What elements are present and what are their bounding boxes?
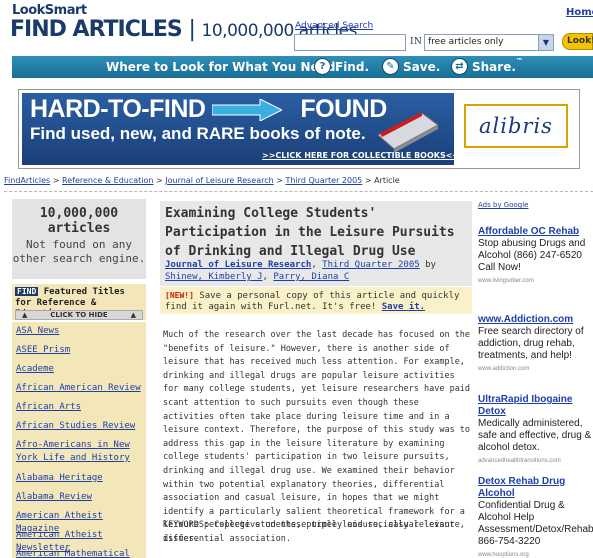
breadcrumb-separator: > <box>156 176 163 185</box>
ad-title-link[interactable]: Affordable OC Rehab <box>478 226 593 238</box>
in-label: IN <box>410 37 423 47</box>
ad-description: Confidential Drug & Alcohol Help Assessm… <box>478 500 593 547</box>
author-link[interactable]: Parry, Diana C <box>273 272 349 282</box>
ad-title-link[interactable]: www.Addiction.com <box>478 314 593 326</box>
article-body: Much of the research over the last decad… <box>163 330 471 544</box>
breadcrumb-journal[interactable]: Journal of Leisure Research <box>165 176 273 185</box>
breadcrumb-separator: > <box>52 176 60 185</box>
ads-by-google-link[interactable]: Ads by Google <box>478 201 528 209</box>
article-meta: Journal of Leisure Research, Third Quart… <box>165 260 436 282</box>
ad-item: Affordable OC Rehab Stop abusing Drugs a… <box>478 226 593 287</box>
banner-headline-left: HARD-TO-FIND <box>30 95 206 123</box>
featured-titles-list: ASA News ASEE Prism Academe African Amer… <box>12 322 146 558</box>
furl-save-box: [NEW!] Save a personal copy of this arti… <box>160 287 472 314</box>
breadcrumb-divider <box>4 191 593 192</box>
breadcrumb-separator: > <box>276 176 283 185</box>
find-icon[interactable]: ? <box>314 58 331 75</box>
list-item[interactable]: African Arts <box>16 401 150 414</box>
author-link[interactable]: Shinew, Kimberly J <box>165 272 263 282</box>
ad-description: Free search directory of addiction, drug… <box>478 326 584 361</box>
find-badge: FIND <box>15 287 39 296</box>
ad-description: Medically administered, safe and effecti… <box>478 418 592 453</box>
book-icon <box>377 112 439 153</box>
advanced-search-link[interactable]: Advanced Search <box>295 21 373 31</box>
click-to-hide-button[interactable]: ▲ CLICK TO HIDE ▲ <box>15 310 143 320</box>
ad-item: www.Addiction.com Free search directory … <box>478 314 593 375</box>
ad-url: www.livingsober.com <box>478 278 534 284</box>
alibris-logo[interactable]: alibris <box>464 104 568 148</box>
scope-select[interactable]: free articles only ▼ <box>424 34 554 51</box>
tagline-text: Where to Look for What You Need. <box>106 60 340 74</box>
save-label[interactable]: Save. <box>403 60 440 74</box>
ad-description: Stop abusing Drugs and Alcohol (866) 247… <box>478 238 586 273</box>
list-item[interactable]: Academe <box>16 363 150 376</box>
articles-promo-box: 10,000,000 articles Not found on any oth… <box>12 199 146 279</box>
find-label[interactable]: Find. <box>335 60 369 74</box>
journal-link[interactable]: Journal of Leisure Research <box>165 260 311 270</box>
breadcrumb: FindArticles > Reference & Education > J… <box>4 176 400 185</box>
new-badge: [NEW!] <box>165 291 194 300</box>
list-item[interactable]: African American Review <box>16 382 150 395</box>
promo-count: 10,000,000 <box>39 206 119 221</box>
breadcrumb-findarticles[interactable]: FindArticles <box>4 176 50 185</box>
article-header: Examining College Students' Participatio… <box>160 201 472 286</box>
ad-url: www.hooptions.org <box>478 552 529 558</box>
search-input[interactable] <box>294 34 406 51</box>
home-link[interactable]: Home <box>566 7 593 18</box>
promo-subtext: Not found on any other search engine. <box>12 238 146 265</box>
breadcrumb-separator: > <box>364 176 372 185</box>
ad-item: Detox Rehab Drug Alcohol Confidential Dr… <box>478 476 593 558</box>
arrow-right-icon <box>212 99 282 121</box>
promo-unit: articles <box>47 221 111 236</box>
save-it-link[interactable]: Save it. <box>382 302 425 312</box>
chevron-down-icon[interactable]: ▼ <box>538 35 553 50</box>
ad-item: UltraRapid Ibogaine Detox Medically admi… <box>478 394 593 467</box>
ad-title-link[interactable]: Detox Rehab Drug Alcohol <box>478 476 593 500</box>
list-item[interactable]: Alabama Heritage <box>16 472 150 485</box>
look-button[interactable]: Look! <box>562 33 593 50</box>
list-item[interactable]: African Studies Review <box>16 420 150 433</box>
click-to-hide-label: CLICK TO HIDE <box>50 311 108 319</box>
ad-url: advancedhealthtransitions.com <box>478 458 561 464</box>
save-icon[interactable]: ✎ <box>382 58 399 75</box>
list-item[interactable]: Alabama Review <box>16 491 150 504</box>
triangle-up-icon: ▲ <box>130 311 136 319</box>
breadcrumb-reference-education[interactable]: Reference & Education <box>62 176 153 185</box>
issue-date-link[interactable]: Third Quarter 2005 <box>322 260 420 270</box>
banner-subhead: Find used, new, and RARE books of note. <box>30 124 366 143</box>
banner-headline: HARD-TO-FIND FOUND <box>30 95 387 124</box>
alibris-banner-ad[interactable]: HARD-TO-FIND FOUND Find used, new, and R… <box>18 89 580 169</box>
by-label: by <box>425 260 436 270</box>
article-keywords: KEYWORDS: College students, purple leisu… <box>163 520 465 544</box>
article-title: Examining College Students' Participatio… <box>165 206 455 259</box>
ad-title-link[interactable]: UltraRapid Ibogaine Detox <box>478 394 593 418</box>
trademark-mark: ™ <box>516 57 523 65</box>
triangle-up-icon: ▲ <box>22 311 28 319</box>
list-item[interactable]: American Mathematical Monthly, The <box>16 548 150 558</box>
share-icon[interactable]: ⇄ <box>451 58 468 75</box>
logo-looksmart[interactable]: LookSmart <box>12 3 87 18</box>
logo-find-text: FIND ARTICLES <box>10 17 183 42</box>
breadcrumb-current: Article <box>374 176 400 185</box>
banner-background: HARD-TO-FIND FOUND Find used, new, and R… <box>22 93 454 165</box>
scope-select-value: free articles only <box>428 37 504 47</box>
list-item[interactable]: ASA News <box>16 325 150 338</box>
breadcrumb-issue[interactable]: Third Quarter 2005 <box>286 176 363 185</box>
list-item[interactable]: Afro-Americans in New York Life and Hist… <box>16 439 150 465</box>
logo-separator: | <box>188 17 195 42</box>
share-label[interactable]: Share. <box>472 60 516 74</box>
tagline-bar: Where to Look for What You Need. ? Find.… <box>12 56 593 78</box>
banner-cta-link[interactable]: >>CLICK HERE FOR COLLECTIBLE BOOKS<< <box>262 151 454 160</box>
list-item[interactable]: ASEE Prism <box>16 344 150 357</box>
ad-url: www.addiction.com <box>478 366 530 372</box>
